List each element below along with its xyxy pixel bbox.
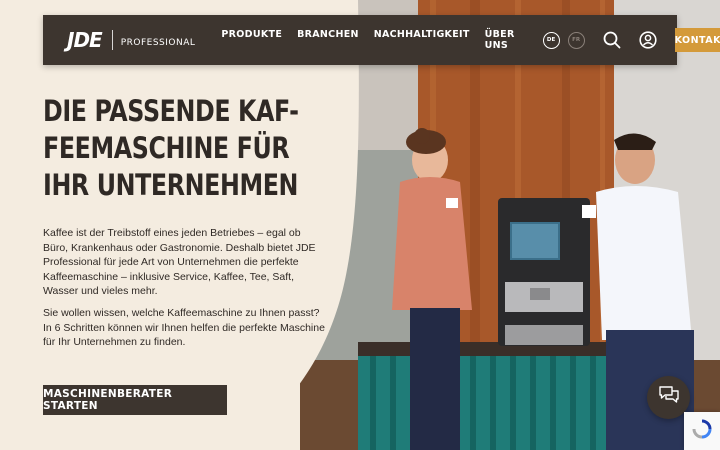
chat-icon — [657, 384, 681, 411]
recaptcha-badge[interactable] — [684, 412, 720, 450]
contact-button[interactable]: KONTAKT — [674, 28, 720, 52]
language-fr-button[interactable]: FR — [567, 31, 585, 49]
logo-mark: JDE — [67, 28, 103, 52]
search-icon[interactable] — [603, 30, 621, 50]
cream-panel — [0, 0, 359, 450]
nav-item-produkte[interactable]: PRODUKTE — [221, 29, 282, 51]
advisor-paragraph: Sie wollen wissen, welche Kaffeemaschine… — [43, 307, 325, 348]
user-icon[interactable] — [638, 30, 657, 50]
logo-divider — [111, 30, 113, 50]
intro-paragraph: Kaffee ist der Treibstoff eines jeden Be… — [43, 227, 316, 297]
language-switcher: DE FR — [542, 31, 585, 49]
nav-item-ueber-uns[interactable]: ÜBER UNS — [485, 29, 515, 51]
page-title-line: IHR UNTERNEHMEN — [43, 168, 299, 202]
page-title: DIE PASSENDE KAF- FEEMASCHINE FÜR IHR UN… — [43, 93, 299, 204]
main-nav: PRODUKTE BRANCHEN NACHHALTIGKEIT ÜBER UN… — [221, 29, 514, 51]
recaptcha-icon — [691, 418, 713, 445]
logo-subtitle: PROFESSIONAL — [120, 38, 196, 48]
page-title-line: FEEMASCHINE FÜR — [43, 131, 290, 165]
site-header: JDE PROFESSIONAL PRODUKTE BRANCHEN NACHH… — [43, 15, 720, 65]
jde-logo[interactable]: JDE PROFESSIONAL — [67, 28, 195, 52]
nav-item-branchen[interactable]: BRANCHEN — [297, 29, 359, 51]
start-advisor-button[interactable]: MASCHINENBERATER STARTEN — [43, 385, 227, 415]
nav-item-nachhaltigkeit[interactable]: NACHHALTIGKEIT — [374, 29, 470, 51]
language-de-button[interactable]: DE — [542, 31, 560, 49]
page-title-line: DIE PASSENDE KAF- — [43, 94, 299, 128]
